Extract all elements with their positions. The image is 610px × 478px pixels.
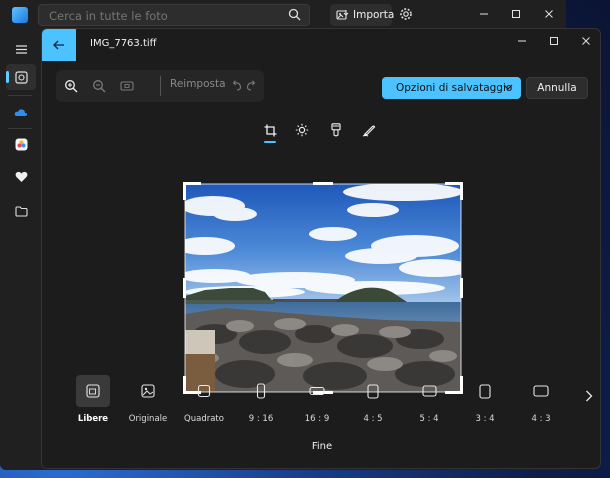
editor-window: IMG_7763.tiff Reimposta Opzioni di salva… [41, 28, 601, 469]
arrow-left-icon [53, 40, 65, 50]
portrait-ratio-icon [479, 383, 491, 399]
ratio-label: 5 : 4 [419, 414, 439, 424]
landscape-ratio-icon [309, 386, 325, 396]
minimize-icon[interactable] [509, 31, 535, 51]
ratio-label: Originale [128, 414, 168, 424]
nav-item-icloud[interactable] [6, 131, 36, 157]
search-input[interactable] [47, 5, 287, 27]
nav-item-gallery[interactable] [6, 64, 36, 90]
chevron-right-icon[interactable] [585, 390, 593, 402]
ratio-label: Quadrato [184, 414, 224, 424]
folder-icon [14, 205, 28, 217]
ratio-label: 3 : 4 [475, 414, 495, 424]
menu-button[interactable] [6, 36, 36, 62]
reset-button[interactable]: Reimposta [170, 78, 226, 90]
search-icon[interactable] [288, 8, 301, 21]
search-box[interactable] [38, 4, 310, 27]
gallery-icon [14, 70, 28, 84]
ratio-option-16-9[interactable]: 16 : 9 [297, 375, 337, 424]
ratio-label: Libere [77, 414, 109, 424]
zoom-toolbar: Reimposta [56, 70, 264, 102]
portrait-ratio-icon [367, 383, 379, 399]
maximize-icon[interactable] [541, 31, 567, 51]
import-button[interactable]: Importa [330, 4, 395, 26]
zoom-in-icon[interactable] [62, 77, 80, 95]
nav-divider [8, 95, 32, 96]
ratio-label: 9 : 16 [248, 414, 274, 424]
nav-item-onedrive[interactable] [6, 99, 36, 125]
image-icon [141, 384, 155, 398]
ratio-option-3-4[interactable]: 3 : 4 [465, 375, 505, 424]
photos-app-icon [12, 7, 28, 23]
fit-to-window-icon[interactable] [118, 77, 136, 95]
close-icon[interactable] [573, 31, 599, 51]
adjust-brightness-icon[interactable] [293, 121, 311, 139]
landscape-ratio-icon [421, 385, 437, 397]
ratio-label: 16 : 9 [304, 414, 330, 424]
save-options-label: Opzioni di salvataggio [396, 82, 513, 94]
active-tab-indicator [264, 141, 276, 143]
ratio-option-square[interactable]: Quadrato [184, 375, 224, 424]
cloud-icon [14, 108, 28, 117]
crop-tab-icon[interactable] [261, 121, 279, 139]
icloud-photos-icon [15, 138, 28, 151]
heart-icon [15, 171, 28, 183]
free-crop-icon [86, 384, 100, 398]
portrait-ratio-icon [256, 383, 266, 399]
landscape-ratio-icon [533, 385, 549, 397]
ratio-option-5-4[interactable]: 5 : 4 [409, 375, 449, 424]
square-ratio-icon [197, 384, 211, 398]
ratio-option-free[interactable]: Libere [73, 375, 113, 424]
file-name: IMG_7763.tiff [90, 38, 157, 49]
nav-item-folders[interactable] [6, 198, 36, 224]
nav-divider [8, 128, 32, 129]
hamburger-icon [15, 44, 28, 55]
ratio-option-9-16[interactable]: 9 : 16 [241, 375, 281, 424]
nav-item-favorites[interactable] [6, 164, 36, 190]
done-button[interactable]: Fine [302, 441, 342, 452]
save-options-button[interactable]: Opzioni di salvataggio [382, 77, 521, 99]
redo-icon[interactable] [242, 77, 260, 95]
chevron-down-icon [503, 83, 513, 91]
minimize-icon[interactable] [471, 4, 497, 24]
import-label: Importa [353, 9, 395, 21]
ratio-option-original[interactable]: Originale [128, 375, 168, 424]
close-icon[interactable] [536, 4, 562, 24]
toolbar-divider [160, 76, 161, 96]
back-button[interactable] [42, 29, 76, 61]
import-icon [336, 9, 349, 21]
zoom-out-icon[interactable] [90, 77, 108, 95]
filter-icon[interactable] [327, 121, 345, 139]
title-bar: Importa [0, 0, 566, 30]
ratio-label: 4 : 5 [363, 414, 383, 424]
ratio-label: 4 : 3 [531, 414, 551, 424]
markup-pen-icon[interactable] [360, 121, 378, 139]
ratio-option-4-5[interactable]: 4 : 5 [353, 375, 393, 424]
gear-icon[interactable] [399, 7, 413, 21]
maximize-icon[interactable] [503, 4, 529, 24]
crop-frame[interactable] [183, 182, 463, 394]
ratio-option-4-3[interactable]: 4 : 3 [521, 375, 561, 424]
cancel-button[interactable]: Annulla [526, 77, 588, 99]
